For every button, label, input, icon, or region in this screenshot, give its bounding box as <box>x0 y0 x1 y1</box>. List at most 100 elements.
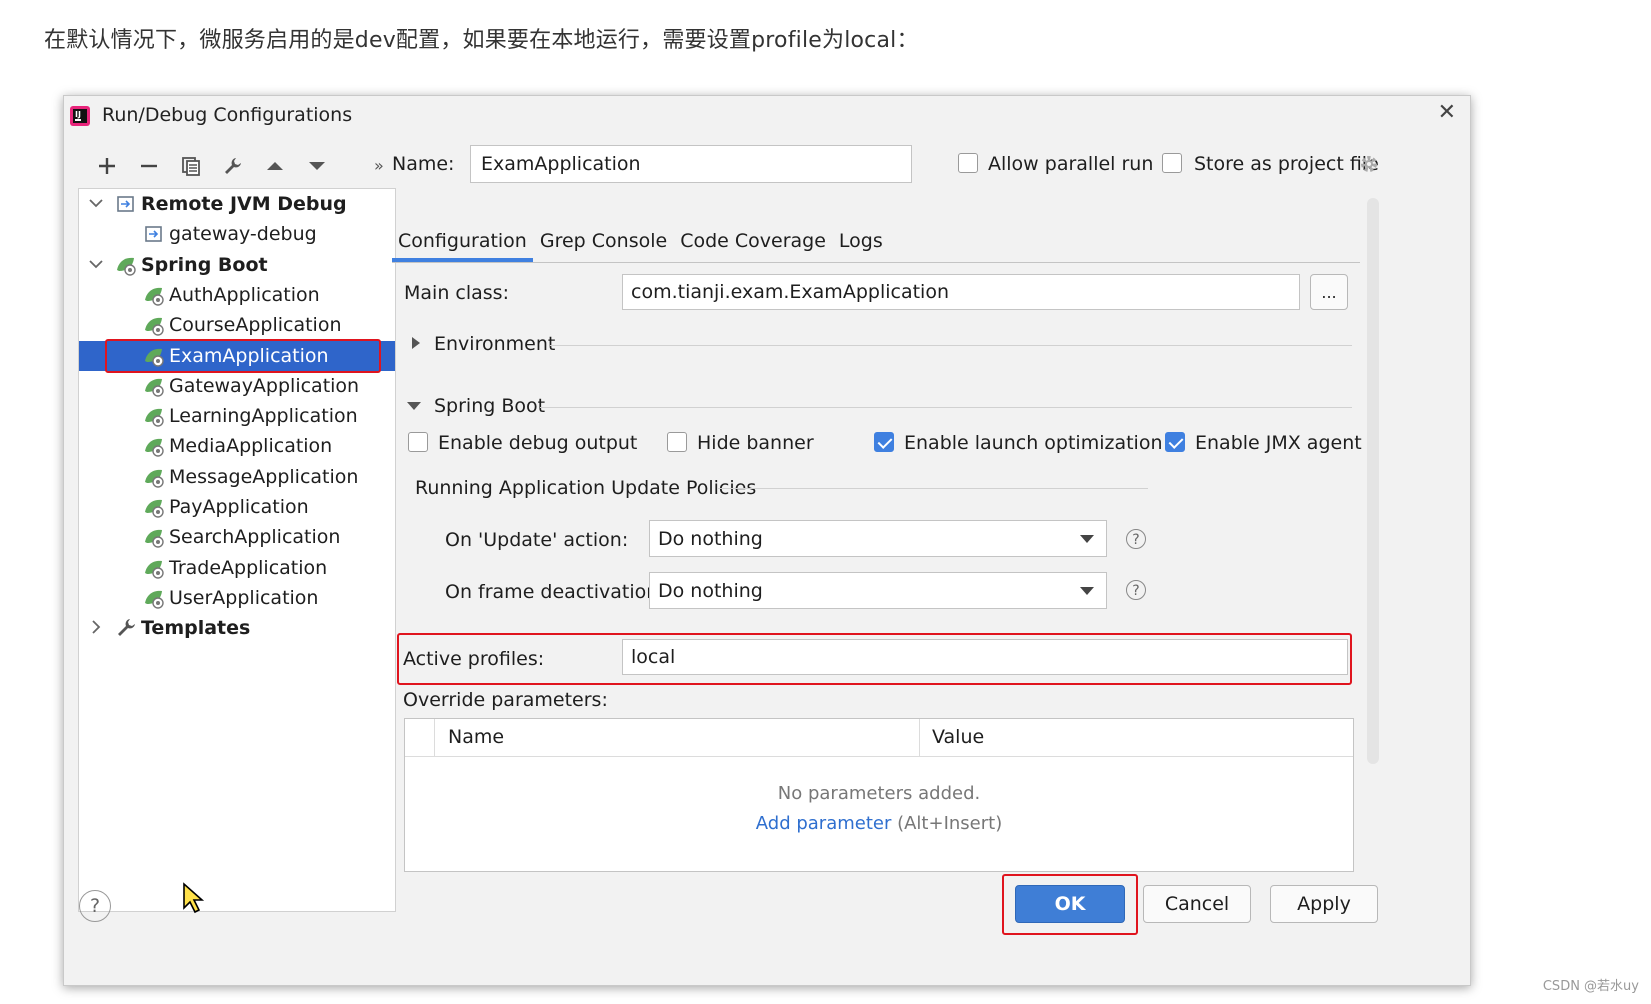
plus-icon[interactable] <box>86 151 128 181</box>
chevron-right-icon[interactable] <box>87 618 105 636</box>
tree-item-label: SearchApplication <box>169 526 341 549</box>
more-chevron-icon[interactable]: » <box>374 156 384 175</box>
tab-configuration[interactable]: Configuration <box>392 224 533 262</box>
store-project-checkbox[interactable] <box>1162 153 1182 173</box>
tree-item-searchapplication[interactable]: SearchApplication <box>79 522 395 552</box>
spring-boot-icon <box>145 499 164 518</box>
tree-item-gatewayapplication[interactable]: GatewayApplication <box>79 371 395 401</box>
spring-boot-section[interactable]: Spring Boot <box>434 395 545 417</box>
tree-item-tradeapplication[interactable]: TradeApplication <box>79 553 395 583</box>
tree-item-courseapplication[interactable]: CourseApplication <box>79 310 395 340</box>
name-input[interactable]: ExamApplication <box>470 145 912 183</box>
tab-code-coverage[interactable]: Code Coverage <box>674 224 832 258</box>
config-toolbar <box>86 151 338 181</box>
spring-boot-icon <box>145 378 164 397</box>
main-class-input[interactable]: com.tianji.exam.ExamApplication <box>622 274 1300 310</box>
gear-icon[interactable] <box>1358 153 1380 175</box>
browse-button[interactable]: ... <box>1310 274 1348 310</box>
remote-debug-icon <box>145 226 162 243</box>
main-class-label: Main class: <box>404 282 509 304</box>
hide-banner-label: Hide banner <box>697 432 814 454</box>
enable-debug-label: Enable debug output <box>438 432 638 454</box>
add-parameter-link[interactable]: Add parameter <box>756 813 892 834</box>
tree-item-examapplication[interactable]: ExamApplication <box>79 340 395 371</box>
arrow-down-icon[interactable] <box>296 151 338 181</box>
tree-item-label: Remote JVM Debug <box>141 193 347 215</box>
spring-boot-icon <box>145 590 164 609</box>
tree-item-label: GatewayApplication <box>169 374 360 397</box>
tree-item-payapplication[interactable]: PayApplication <box>79 492 395 522</box>
column-divider <box>434 719 435 756</box>
allow-parallel-checkbox[interactable] <box>958 153 978 173</box>
close-icon[interactable]: ✕ <box>1438 100 1456 125</box>
tree-item-label: ExamApplication <box>169 344 329 367</box>
override-params-table: Name Value No parameters added. Add para… <box>404 718 1354 872</box>
hide-banner-checkbox[interactable] <box>667 432 687 452</box>
active-profiles-input[interactable]: local <box>622 639 1348 675</box>
spring-boot-icon <box>145 530 164 548</box>
on-frame-value: Do nothing <box>658 579 763 602</box>
chevron-down-icon[interactable] <box>87 255 105 273</box>
help-icon[interactable]: ? <box>1126 529 1146 549</box>
on-update-select[interactable]: Do nothing <box>649 520 1107 557</box>
help-icon[interactable]: ? <box>1126 580 1146 600</box>
caption-text: 在默认情况下，微服务启用的是dev配置，如果要在本地运行，需要设置profile… <box>44 28 919 53</box>
arrow-up-icon[interactable] <box>254 151 296 181</box>
collapse-down-icon[interactable] <box>406 400 422 412</box>
tree-item-label: PayApplication <box>169 496 309 518</box>
wrench-icon[interactable] <box>212 151 254 181</box>
empty-state-text: No parameters added. <box>777 783 981 804</box>
tab-logs[interactable]: Logs <box>833 224 889 258</box>
environment-section[interactable]: Environment <box>434 333 555 355</box>
spring-boot-icon <box>145 560 164 579</box>
tree-item-label: MessageApplication <box>169 465 359 488</box>
ok-button[interactable]: OK <box>1015 885 1125 923</box>
tab-grep-console[interactable]: Grep Console <box>534 224 673 258</box>
tree-group-remote-jvm-debug[interactable]: Remote JVM Debug <box>79 189 395 219</box>
spring-boot-icon <box>145 287 164 306</box>
jmx-agent-checkbox[interactable] <box>1165 432 1185 452</box>
tree-group-spring-boot[interactable]: Spring Boot <box>79 250 395 280</box>
config-tabs: Configuration Grep Console Code Coverage… <box>392 224 890 262</box>
on-frame-label: On frame deactivation: <box>445 581 665 603</box>
spring-boot-icon <box>117 257 136 276</box>
copy-icon[interactable] <box>170 151 212 181</box>
dialog-titlebar: IJ Run/Debug Configurations ✕ <box>64 96 1470 134</box>
remote-debug-icon <box>117 196 134 212</box>
chevron-down-icon[interactable] <box>87 194 105 212</box>
tree-item-mediaapplication[interactable]: MediaApplication <box>79 431 395 461</box>
svg-text:IJ: IJ <box>75 110 81 119</box>
wrench-icon <box>118 619 135 637</box>
launch-optimization-checkbox[interactable] <box>874 432 894 452</box>
tree-item-label: MediaApplication <box>169 435 333 458</box>
cancel-button[interactable]: Cancel <box>1143 885 1251 923</box>
dialog-title: Run/Debug Configurations <box>102 104 353 126</box>
tree-group-templates[interactable]: Templates <box>79 613 395 643</box>
apply-button[interactable]: Apply <box>1270 885 1378 923</box>
help-button[interactable]: ? <box>79 890 111 922</box>
spring-boot-icon <box>145 318 164 336</box>
tree-item-authapplication[interactable]: AuthApplication <box>79 280 395 310</box>
override-params-label: Override parameters: <box>403 689 608 711</box>
config-tree: Remote JVM Debug gateway-debug Spring Boot… <box>78 188 396 912</box>
on-frame-select[interactable]: Do nothing <box>649 572 1107 609</box>
tree-item-learningapplication[interactable]: LearningApplication <box>79 401 395 431</box>
active-profiles-label: Active profiles: <box>403 648 545 670</box>
update-policies-heading: Running Application Update Policies <box>415 477 757 499</box>
add-parameter-shortcut: (Alt+Insert) <box>891 813 1003 834</box>
minus-icon[interactable] <box>128 151 170 181</box>
tree-item-label: gateway-debug <box>169 223 317 246</box>
panel-scrollbar[interactable] <box>1367 198 1379 764</box>
tree-item-messageapplication[interactable]: MessageApplication <box>79 462 395 492</box>
launch-optimization-label: Enable launch optimization <box>904 432 1163 454</box>
intellij-app-icon: IJ <box>70 106 90 126</box>
spring-boot-icon <box>145 439 164 458</box>
column-name-header[interactable]: Name <box>448 726 504 748</box>
tree-item-gateway-debug[interactable]: gateway-debug <box>79 219 395 249</box>
tree-item-label: CourseApplication <box>169 314 342 337</box>
column-value-header[interactable]: Value <box>932 726 984 748</box>
enable-debug-checkbox[interactable] <box>408 432 428 452</box>
expand-right-icon[interactable] <box>410 336 422 350</box>
spring-boot-divider <box>540 407 1352 408</box>
tree-item-userapplication[interactable]: UserApplication <box>79 583 395 613</box>
